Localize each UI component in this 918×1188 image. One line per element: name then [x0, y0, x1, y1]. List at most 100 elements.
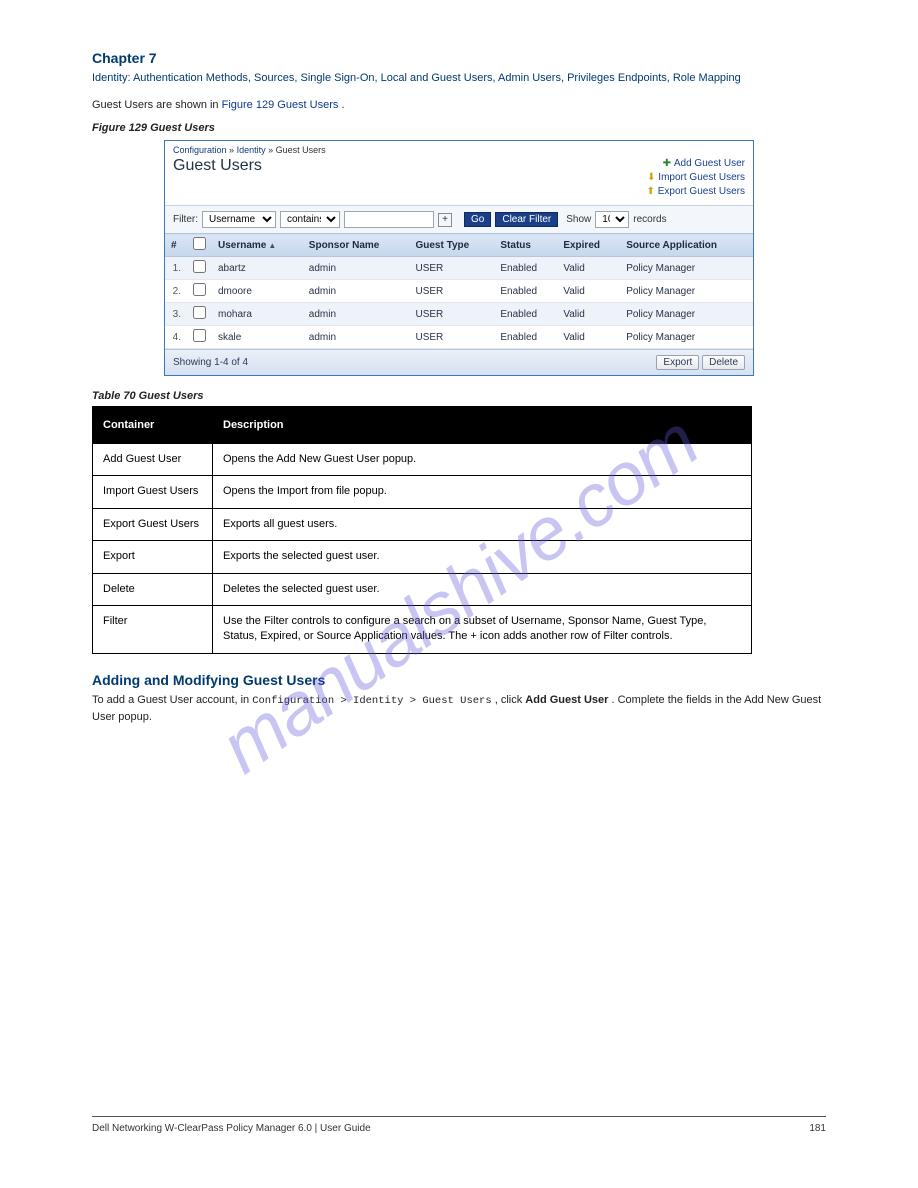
addon-text-mid: , click	[495, 694, 526, 706]
desc-container: Add Guest User	[93, 444, 213, 476]
page-number: 181	[809, 1123, 826, 1134]
show-records-select[interactable]: 10	[595, 211, 629, 228]
table-row[interactable]: 4. skale admin USER Enabled Valid Policy…	[165, 326, 753, 349]
row-checkbox[interactable]	[193, 329, 206, 342]
export-guest-users-label: Export Guest Users	[658, 186, 745, 197]
col-username-label: Username	[218, 240, 266, 251]
cell-expired: Valid	[557, 326, 620, 349]
import-guest-users-label: Import Guest Users	[658, 172, 745, 183]
cell-expired: Valid	[557, 303, 620, 326]
cell-username: abartz	[212, 257, 303, 280]
row-checkbox[interactable]	[193, 260, 206, 273]
section-title: Identity: Authentication Methods, Source…	[92, 70, 826, 87]
export-button[interactable]: Export	[656, 355, 699, 370]
col-source[interactable]: Source Application	[620, 234, 753, 257]
col-sponsor[interactable]: Sponsor Name	[303, 234, 410, 257]
col-guest-type[interactable]: Guest Type	[409, 234, 494, 257]
row-index: 1.	[165, 257, 187, 280]
filter-label: Filter:	[173, 214, 198, 225]
desc-row: ExportExports the selected guest user.	[93, 541, 752, 573]
cell-status: Enabled	[494, 326, 557, 349]
filter-column-select[interactable]: Username	[202, 211, 276, 228]
filter-value-input[interactable]	[344, 211, 434, 228]
row-index: 3.	[165, 303, 187, 326]
col-select-all[interactable]	[187, 234, 212, 257]
desc-text: Exports all guest users.	[213, 508, 752, 540]
desc-container: Delete	[93, 573, 213, 605]
cell-status: Enabled	[494, 303, 557, 326]
description-table: Container Description Add Guest UserOpen…	[92, 406, 752, 654]
intro-after: .	[341, 99, 344, 111]
cell-gtype: USER	[409, 326, 494, 349]
desc-container: Export	[93, 541, 213, 573]
cell-src: Policy Manager	[620, 326, 753, 349]
col-username[interactable]: Username▲	[212, 234, 303, 257]
table-row[interactable]: 1. abartz admin USER Enabled Valid Polic…	[165, 257, 753, 280]
addon-text-before: To add a Guest User account, in	[92, 694, 252, 706]
row-index: 2.	[165, 280, 187, 303]
breadcrumb-item: Guest Users	[276, 145, 326, 155]
cell-gtype: USER	[409, 257, 494, 280]
add-filter-row-button[interactable]: +	[438, 213, 452, 227]
table-row[interactable]: 3. mohara admin USER Enabled Valid Polic…	[165, 303, 753, 326]
addon-action: Add Guest User	[525, 694, 608, 706]
section-caption: Chapter 7	[92, 50, 826, 66]
cell-sponsor: admin	[303, 326, 410, 349]
desc-text: Exports the selected guest user.	[213, 541, 752, 573]
desc-text: Opens the Import from file popup.	[213, 476, 752, 508]
desc-row: Export Guest UsersExports all guest user…	[93, 508, 752, 540]
desc-container: Export Guest Users	[93, 508, 213, 540]
desc-container: Filter	[93, 606, 213, 654]
sort-asc-icon: ▲	[268, 241, 276, 250]
cell-gtype: USER	[409, 303, 494, 326]
download-icon: ⬇	[646, 171, 656, 185]
desc-row: Import Guest UsersOpens the Import from …	[93, 476, 752, 508]
add-guest-user-link[interactable]: ✚Add Guest User	[646, 157, 745, 171]
cell-expired: Valid	[557, 280, 620, 303]
desc-row: FilterUse the Filter controls to configu…	[93, 606, 752, 654]
clear-filter-button[interactable]: Clear Filter	[495, 212, 558, 227]
guest-users-table: # Username▲ Sponsor Name Guest Type Stat…	[165, 233, 753, 349]
cell-sponsor: admin	[303, 280, 410, 303]
cell-sponsor: admin	[303, 303, 410, 326]
go-button[interactable]: Go	[464, 212, 491, 227]
desc-text: Use the Filter controls to configure a s…	[213, 606, 752, 654]
desc-container: Import Guest Users	[93, 476, 213, 508]
col-status[interactable]: Status	[494, 234, 557, 257]
desc-row: DeleteDeletes the selected guest user.	[93, 573, 752, 605]
nav-path: Configuration > Identity > Guest Users	[252, 695, 491, 707]
col-expired[interactable]: Expired	[557, 234, 620, 257]
row-index: 4.	[165, 326, 187, 349]
subsection-heading: Adding and Modifying Guest Users	[92, 672, 826, 688]
table-row[interactable]: 2. dmoore admin USER Enabled Valid Polic…	[165, 280, 753, 303]
col-index[interactable]: #	[165, 234, 187, 257]
cell-sponsor: admin	[303, 257, 410, 280]
select-all-checkbox[interactable]	[193, 237, 206, 250]
desc-head-container: Container	[93, 407, 213, 444]
table-header-row: # Username▲ Sponsor Name Guest Type Stat…	[165, 234, 753, 257]
show-prefix: Show	[566, 214, 591, 225]
figure-ref-link[interactable]: Figure 129 Guest Users	[222, 99, 339, 111]
cell-src: Policy Manager	[620, 280, 753, 303]
add-guest-user-label: Add Guest User	[674, 158, 745, 169]
export-guest-users-link[interactable]: ⬆Export Guest Users	[646, 185, 745, 199]
footer-left: Dell Networking W-ClearPass Policy Manag…	[92, 1123, 371, 1134]
cell-username: skale	[212, 326, 303, 349]
cell-status: Enabled	[494, 280, 557, 303]
row-checkbox[interactable]	[193, 283, 206, 296]
breadcrumb: Configuration » Identity » Guest Users	[165, 141, 753, 157]
upload-icon: ⬆	[646, 185, 656, 199]
plus-icon: ✚	[662, 157, 672, 171]
cell-status: Enabled	[494, 257, 557, 280]
delete-button[interactable]: Delete	[702, 355, 745, 370]
breadcrumb-item[interactable]: Configuration	[173, 145, 227, 155]
import-guest-users-link[interactable]: ⬇Import Guest Users	[646, 171, 745, 185]
cell-username: mohara	[212, 303, 303, 326]
table-title: Table 70 Guest Users	[92, 390, 826, 402]
filter-operator-select[interactable]: contains	[280, 211, 340, 228]
breadcrumb-item[interactable]: Identity	[237, 145, 266, 155]
row-checkbox[interactable]	[193, 306, 206, 319]
page-footer: Dell Networking W-ClearPass Policy Manag…	[92, 1116, 826, 1134]
desc-head-description: Description	[213, 407, 752, 444]
desc-text: Opens the Add New Guest User popup.	[213, 444, 752, 476]
